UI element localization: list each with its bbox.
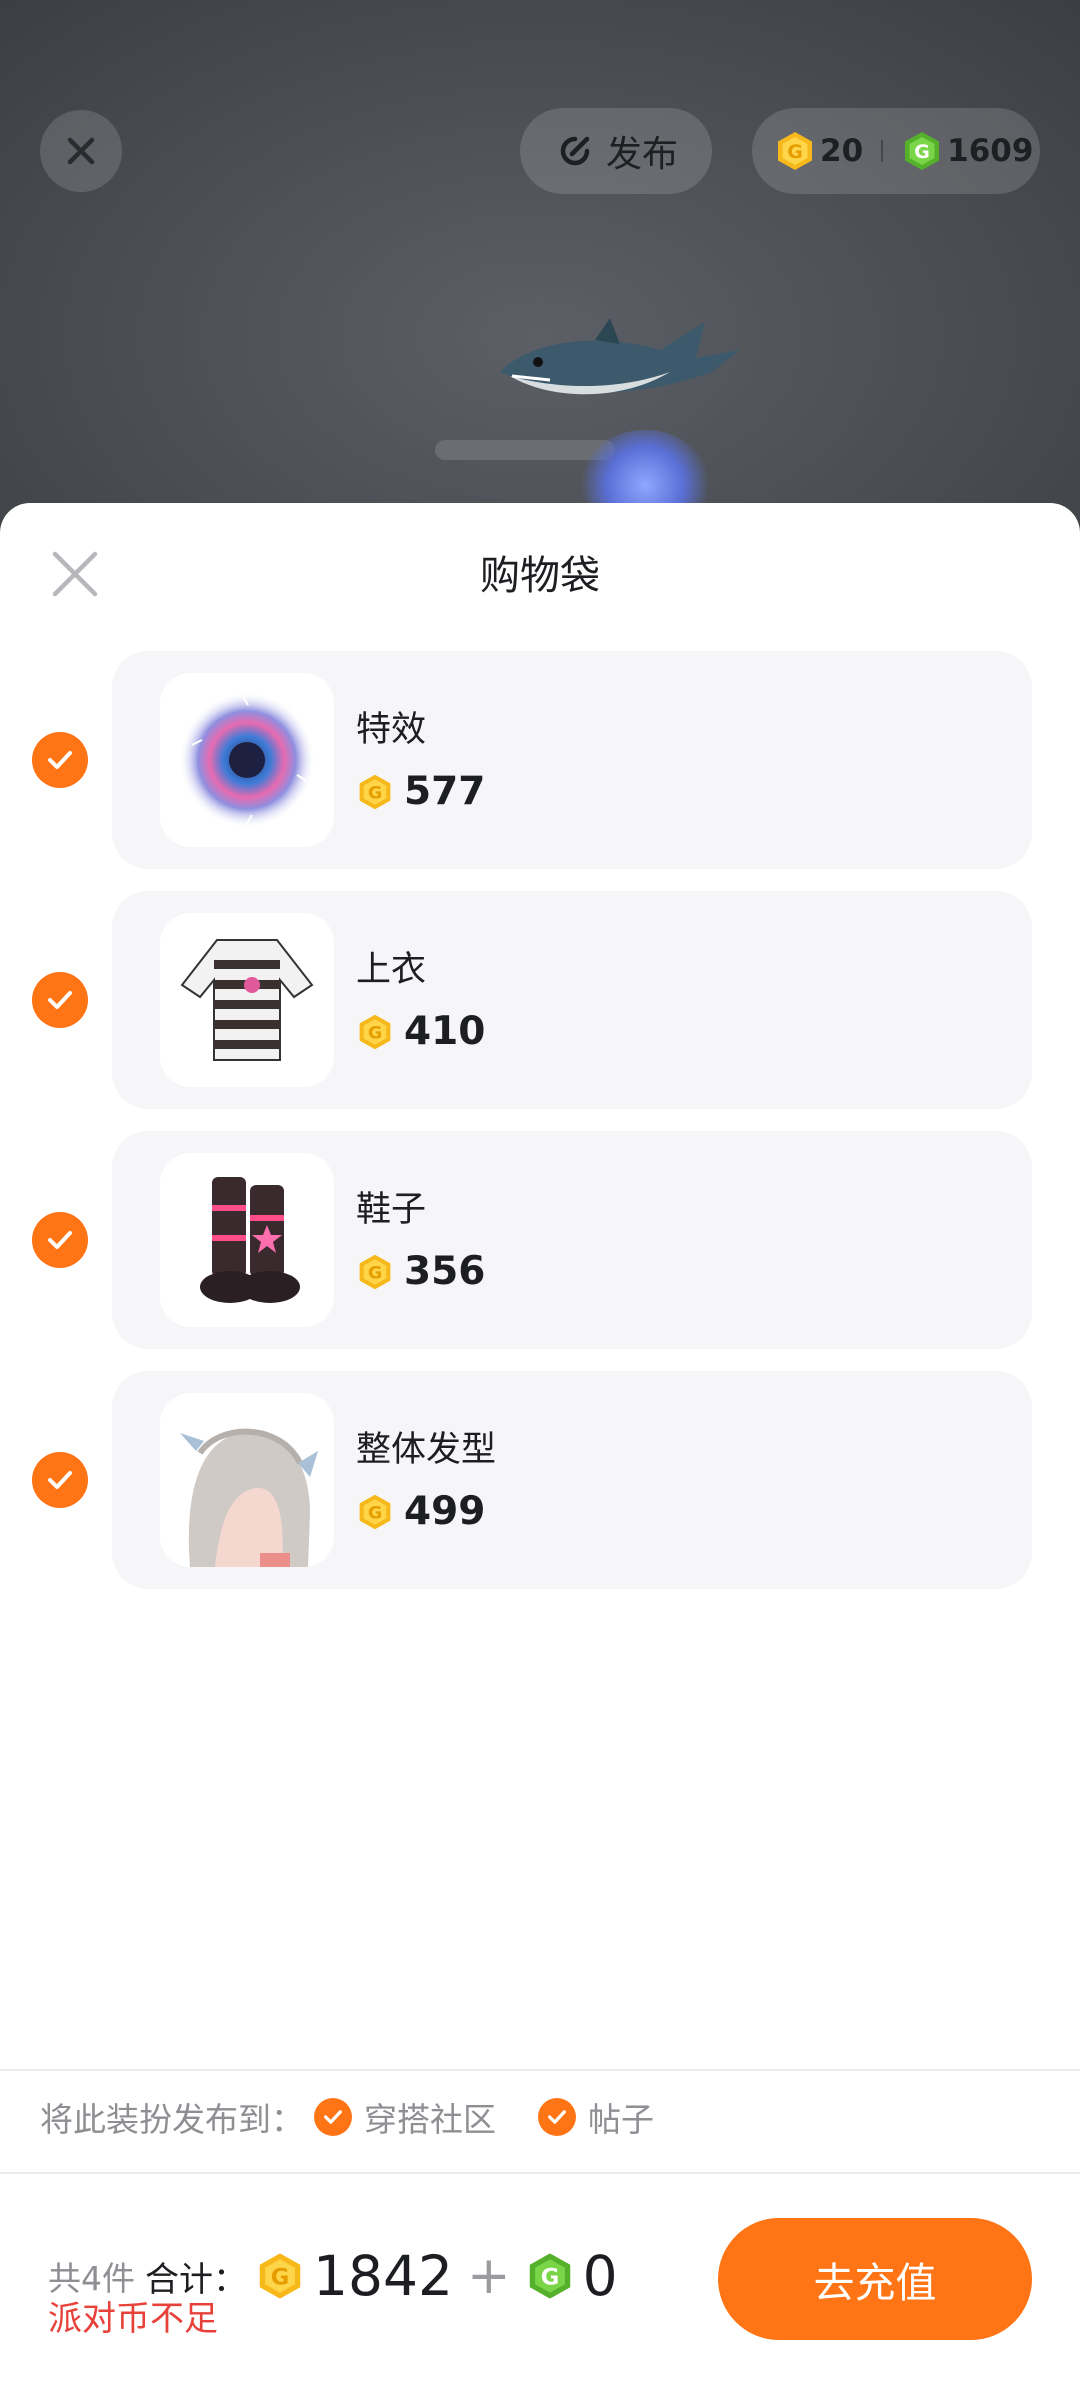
check-icon	[324, 2110, 342, 2124]
check-icon	[48, 1231, 72, 1249]
option-label: 穿搭社区	[364, 2100, 496, 2139]
item-thumbnail	[160, 1153, 334, 1327]
currency-separator	[881, 140, 884, 162]
plus-sign: +	[466, 2246, 511, 2306]
item-checkbox[interactable]	[32, 1212, 88, 1268]
option-label: 帖子	[588, 2100, 654, 2139]
item-name: 鞋子	[356, 1190, 427, 1230]
item-card[interactable]: 鞋子 G 356	[112, 1131, 1032, 1349]
insufficient-warning: 派对币不足	[48, 2299, 218, 2339]
item-price-value: 499	[404, 1489, 486, 1534]
gold-coin-icon: G	[359, 1494, 391, 1529]
green-balance: 1609	[947, 133, 1034, 169]
green-total: 0	[582, 2244, 618, 2308]
publish-option-post[interactable]: 帖子	[538, 2093, 654, 2141]
green-coin-icon: G	[529, 2253, 570, 2299]
item-price-value: 577	[404, 769, 486, 814]
item-name: 整体发型	[356, 1430, 497, 1470]
preview-close-button[interactable]	[40, 110, 122, 192]
gold-coin-icon: G	[259, 2253, 301, 2299]
green-coin-icon: G	[905, 132, 940, 170]
close-icon	[67, 137, 95, 165]
svg-text:G: G	[787, 141, 803, 163]
publish-icon	[560, 136, 590, 166]
item-price: G 410	[356, 1009, 485, 1054]
svg-text:G: G	[368, 1023, 382, 1043]
item-price-value: 410	[404, 1009, 486, 1054]
currency-balance[interactable]: G 20 G 1609	[752, 108, 1040, 194]
sheet-title: 购物袋	[480, 553, 600, 599]
gold-coin-icon: G	[359, 774, 391, 809]
check-icon	[48, 751, 72, 769]
avatar-preview-scene: 发布 G 20 G 1609	[0, 0, 1080, 560]
item-card[interactable]: 上衣 G 410	[112, 891, 1032, 1109]
publish-button[interactable]: 发布	[520, 108, 712, 194]
item-thumbnail	[160, 913, 334, 1087]
svg-text:G: G	[540, 2264, 559, 2290]
cart-item: 鞋子 G 356	[0, 1131, 1080, 1349]
check-icon	[548, 2110, 566, 2124]
item-price: G 356	[356, 1249, 485, 1294]
check-icon	[48, 1471, 72, 1489]
check-icon	[48, 991, 72, 1009]
cart-item: 上衣 G 410	[0, 891, 1080, 1109]
item-price-value: 356	[404, 1249, 486, 1294]
hairstyle-image	[180, 1428, 318, 1567]
item-name: 特效	[356, 710, 427, 750]
publish-to-row: 将此装扮发布到： 穿搭社区 帖子	[40, 2093, 654, 2141]
item-name: 上衣	[356, 950, 427, 990]
gold-balance: 20	[820, 133, 864, 169]
option-checkbox[interactable]	[314, 2098, 352, 2136]
recharge-button[interactable]: 去充值	[718, 2218, 1032, 2340]
item-price: G 499	[356, 1489, 485, 1534]
shark-pet-image	[500, 318, 740, 395]
gold-coin-icon: G	[359, 1254, 391, 1289]
svg-text:G: G	[914, 141, 930, 163]
svg-text:G: G	[368, 1263, 382, 1283]
svg-text:G: G	[368, 783, 382, 803]
item-thumbnail	[160, 1393, 334, 1567]
item-checkbox[interactable]	[32, 732, 88, 788]
checkout-footer: 共4件 合计： G 1842 + G 0 派对币不足 去充值	[0, 2174, 1080, 2395]
publish-label: 发布	[605, 134, 678, 175]
item-card[interactable]: 特效 G 577	[112, 651, 1032, 869]
cart-item: 特效 G 577	[0, 651, 1080, 869]
option-checkbox[interactable]	[538, 2098, 576, 2136]
striped-sweater-image	[180, 939, 314, 1061]
boots-image	[200, 1177, 300, 1303]
gold-coin-icon: G	[359, 1014, 391, 1049]
svg-text:G: G	[271, 2264, 290, 2290]
publish-option-community[interactable]: 穿搭社区	[314, 2093, 496, 2141]
gold-coin-icon: G	[778, 132, 812, 170]
item-thumbnail	[160, 673, 334, 847]
publish-to-label: 将此装扮发布到：	[40, 2100, 304, 2139]
cart-item: 整体发型 G 499	[0, 1371, 1080, 1589]
item-checkbox[interactable]	[32, 1452, 88, 1508]
effect-ring-image	[179, 692, 315, 828]
gold-total: 1842	[313, 2244, 453, 2308]
divider	[0, 2069, 1080, 2071]
item-checkbox[interactable]	[32, 972, 88, 1028]
item-price: G 577	[356, 769, 485, 814]
svg-text:G: G	[368, 1503, 382, 1523]
item-card[interactable]: 整体发型 G 499	[112, 1371, 1032, 1589]
